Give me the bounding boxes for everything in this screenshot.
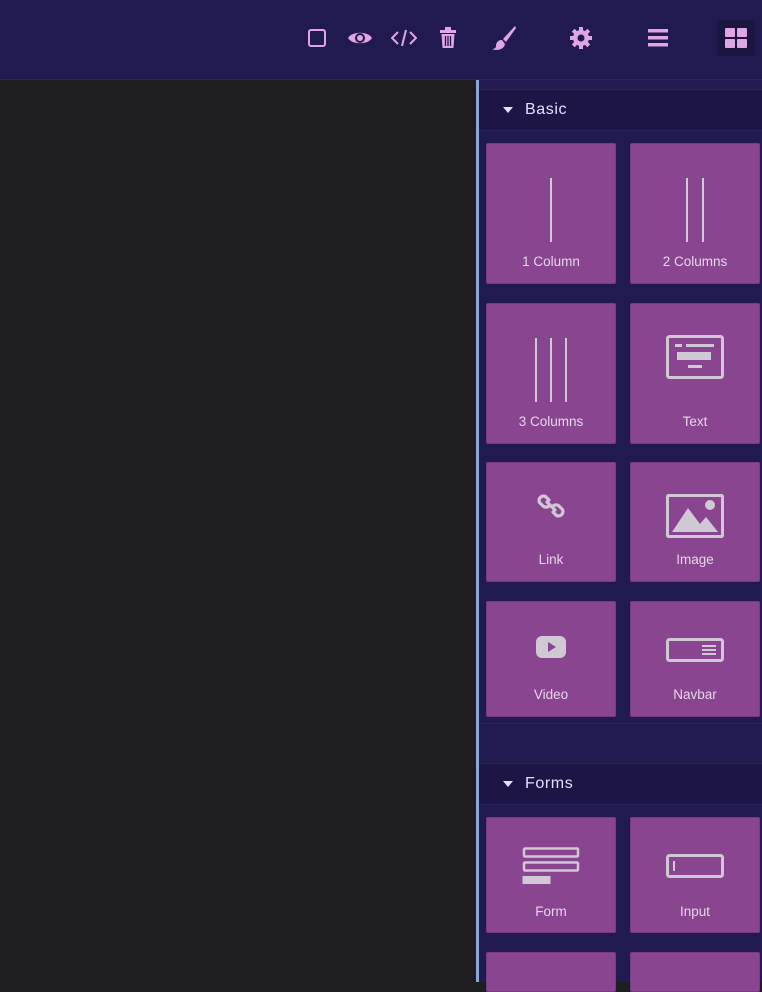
block-partial[interactable]: [486, 952, 616, 992]
text-icon: [631, 335, 759, 379]
blocks-grid-icon[interactable]: [717, 20, 755, 56]
block-label: Image: [676, 552, 714, 567]
block-label: 3 Columns: [518, 414, 584, 429]
block-navbar[interactable]: Navbar: [630, 601, 760, 717]
category-header-forms[interactable]: Forms: [479, 763, 762, 805]
block-label: Form: [535, 904, 567, 919]
image-icon: [631, 494, 759, 538]
block-form[interactable]: Form: [486, 817, 616, 933]
category-header-basic[interactable]: Basic: [479, 89, 762, 131]
block-label: 1 Column: [522, 254, 580, 269]
input-icon: [631, 854, 759, 880]
block-3-columns[interactable]: 3 Columns: [486, 303, 616, 444]
block-label: Text: [682, 414, 708, 429]
trash-icon[interactable]: [432, 22, 464, 54]
form-icon: [487, 847, 615, 885]
two-columns-icon: [631, 178, 759, 242]
blocks-panel: Basic 1 Column 2 Columns 3 Columns Text …: [479, 80, 762, 992]
square-outline-icon[interactable]: [301, 22, 333, 54]
navbar-icon: [631, 638, 759, 664]
code-icon[interactable]: [388, 22, 420, 54]
block-label: Video: [533, 687, 569, 702]
top-toolbar: [0, 0, 762, 80]
category-title: Forms: [525, 775, 574, 792]
block-label: 2 Columns: [662, 254, 728, 269]
one-column-icon: [487, 178, 615, 242]
gear-icon[interactable]: [565, 22, 597, 54]
caret-down-icon: [503, 107, 513, 113]
category-separator: [479, 723, 762, 724]
layers-icon[interactable]: [642, 22, 674, 54]
block-label: Input: [679, 904, 711, 919]
category-title: Basic: [525, 101, 568, 118]
block-label: Link: [538, 552, 564, 567]
link-icon: [487, 491, 615, 521]
caret-down-icon: [503, 781, 513, 787]
block-text[interactable]: Text: [630, 303, 760, 444]
block-image[interactable]: Image: [630, 462, 760, 582]
block-2-columns[interactable]: 2 Columns: [630, 143, 760, 284]
block-input[interactable]: Input: [630, 817, 760, 933]
block-link[interactable]: Link: [486, 462, 616, 582]
block-partial[interactable]: [630, 952, 760, 992]
video-icon: [487, 635, 615, 659]
block-video[interactable]: Video: [486, 601, 616, 717]
three-columns-icon: [487, 338, 615, 402]
editor-canvas[interactable]: [0, 80, 477, 982]
block-1-column[interactable]: 1 Column: [486, 143, 616, 284]
paint-brush-icon[interactable]: [488, 22, 520, 54]
eye-icon[interactable]: [344, 22, 376, 54]
block-label: Navbar: [673, 687, 717, 702]
